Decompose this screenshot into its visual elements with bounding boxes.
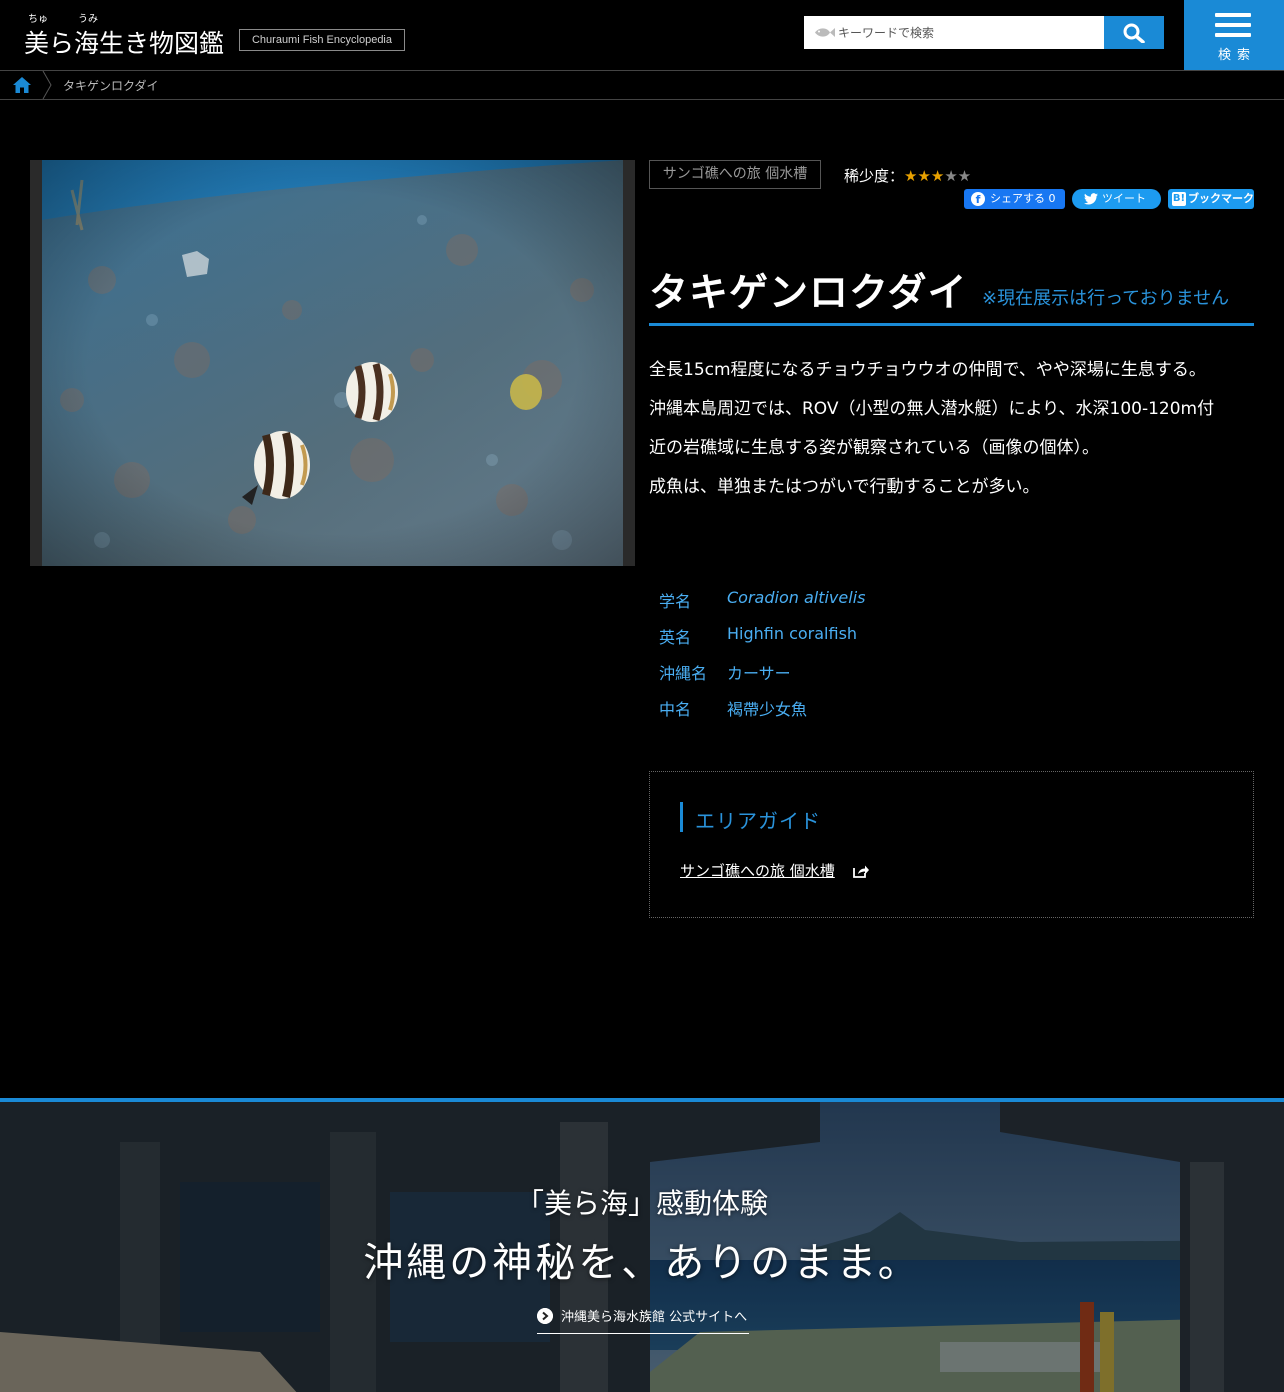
home-icon[interactable] [12, 76, 32, 94]
name-key: 学名 [659, 592, 692, 611]
hatena-label: ブックマーク [1188, 192, 1254, 205]
search-box [804, 16, 1104, 49]
rarity-stars-filled: ★★★ [904, 167, 945, 185]
tweet-button[interactable]: ツイート [1072, 189, 1161, 209]
name-key: 沖縄名 [659, 664, 708, 683]
area-guide-box: エリアガイド サンゴ礁への旅 個水槽 [649, 771, 1254, 918]
okinawan-name: カーサー [727, 664, 791, 683]
menu-button[interactable]: 検索 [1184, 0, 1284, 70]
logo-ruby-chu: ちゅ [28, 14, 48, 25]
banner-title: 沖縄の神秘を、ありのまま。 [363, 1240, 921, 1286]
arrow-circle-icon [537, 1308, 553, 1324]
description-line: 成魚は、単独またはつがいで行動することが多い。 [649, 477, 1040, 497]
breadcrumb-separator [42, 71, 52, 99]
external-link-icon[interactable] [853, 864, 869, 878]
area-guide-link[interactable]: サンゴ礁への旅 個水槽 [680, 860, 835, 881]
search-input[interactable] [838, 16, 1100, 49]
logo-title: 美ら海生き物図鑑 [24, 29, 225, 58]
name-key: 中名 [659, 700, 692, 719]
official-site-link-label: 沖縄美ら海水族館 公式サイトへ [561, 1310, 748, 1325]
banner-subtitle: 「美ら海」感動体験 [515, 1187, 768, 1220]
search-button[interactable] [1104, 16, 1164, 49]
tweet-label: ツイート [1102, 192, 1146, 205]
hatena-bookmark-button[interactable]: B! ブックマーク [1168, 189, 1254, 209]
area-tag[interactable]: サンゴ礁への旅 個水槽 [649, 160, 821, 189]
twitter-bird-icon [1084, 193, 1098, 205]
rarity-stars-empty: ★★ [944, 167, 972, 185]
rarity-rating: 稀少度：★★★★★ [844, 165, 971, 186]
fish-description: 全長15cm程度になるチョウチョウウオの仲間で、やや深場に生息する。 沖縄本島周… [649, 351, 1254, 507]
area-guide-title: エリアガイド [695, 809, 821, 833]
scientific-name: Coradion altivelis [727, 588, 866, 607]
breadcrumb: タキゲンロクダイ [0, 70, 1284, 100]
official-site-link[interactable]: 沖縄美ら海水族館 公式サイトへ [537, 1306, 749, 1334]
fish-photo [42, 160, 623, 566]
description-line: 近の岩礁域に生息する姿が観察されている（画像の個体）。 [649, 438, 1099, 458]
search-icon [1123, 23, 1145, 43]
menu-label: 検索 [1217, 48, 1256, 63]
title-underline [649, 323, 1254, 326]
facebook-share-label: シェアする 0 [990, 192, 1056, 205]
breadcrumb-current: タキゲンロクダイ [63, 79, 159, 93]
exhibit-status-note: ※現在展示は行っておりません [982, 288, 1230, 309]
area-guide-accent-bar [680, 802, 683, 832]
name-key: 英名 [659, 628, 692, 647]
hatena-icon: B! [1172, 192, 1186, 206]
facebook-share-button[interactable]: f シェアする 0 [964, 189, 1065, 209]
fish-icon [815, 28, 835, 37]
aquarium-banner[interactable]: 「美ら海」感動体験 沖縄の神秘を、ありのまま。 沖縄美ら海水族館 公式サイトへ [0, 1098, 1284, 1392]
rarity-label: 稀少度： [844, 167, 905, 185]
english-name: Highfin coralfish [727, 624, 858, 643]
logo-ruby-umi: うみ [78, 14, 98, 25]
description-line: 全長15cm程度になるチョウチョウウオの仲間で、やや深場に生息する。 [649, 360, 1206, 380]
site-header: ちゅ うみ 美ら海生き物図鑑 Churaumi Fish Encyclopedi… [0, 0, 1284, 70]
logo-subtitle: Churaumi Fish Encyclopedia [239, 29, 405, 51]
fish-name: タキゲンロクダイ [649, 271, 968, 316]
fish-photo-frame [30, 160, 635, 566]
chinese-name: 褐帶少女魚 [727, 700, 808, 719]
facebook-icon: f [971, 192, 985, 206]
description-line: 沖縄本島周辺では、ROV（小型の無人潜水艇）により、水深100-120m付 [649, 399, 1215, 419]
